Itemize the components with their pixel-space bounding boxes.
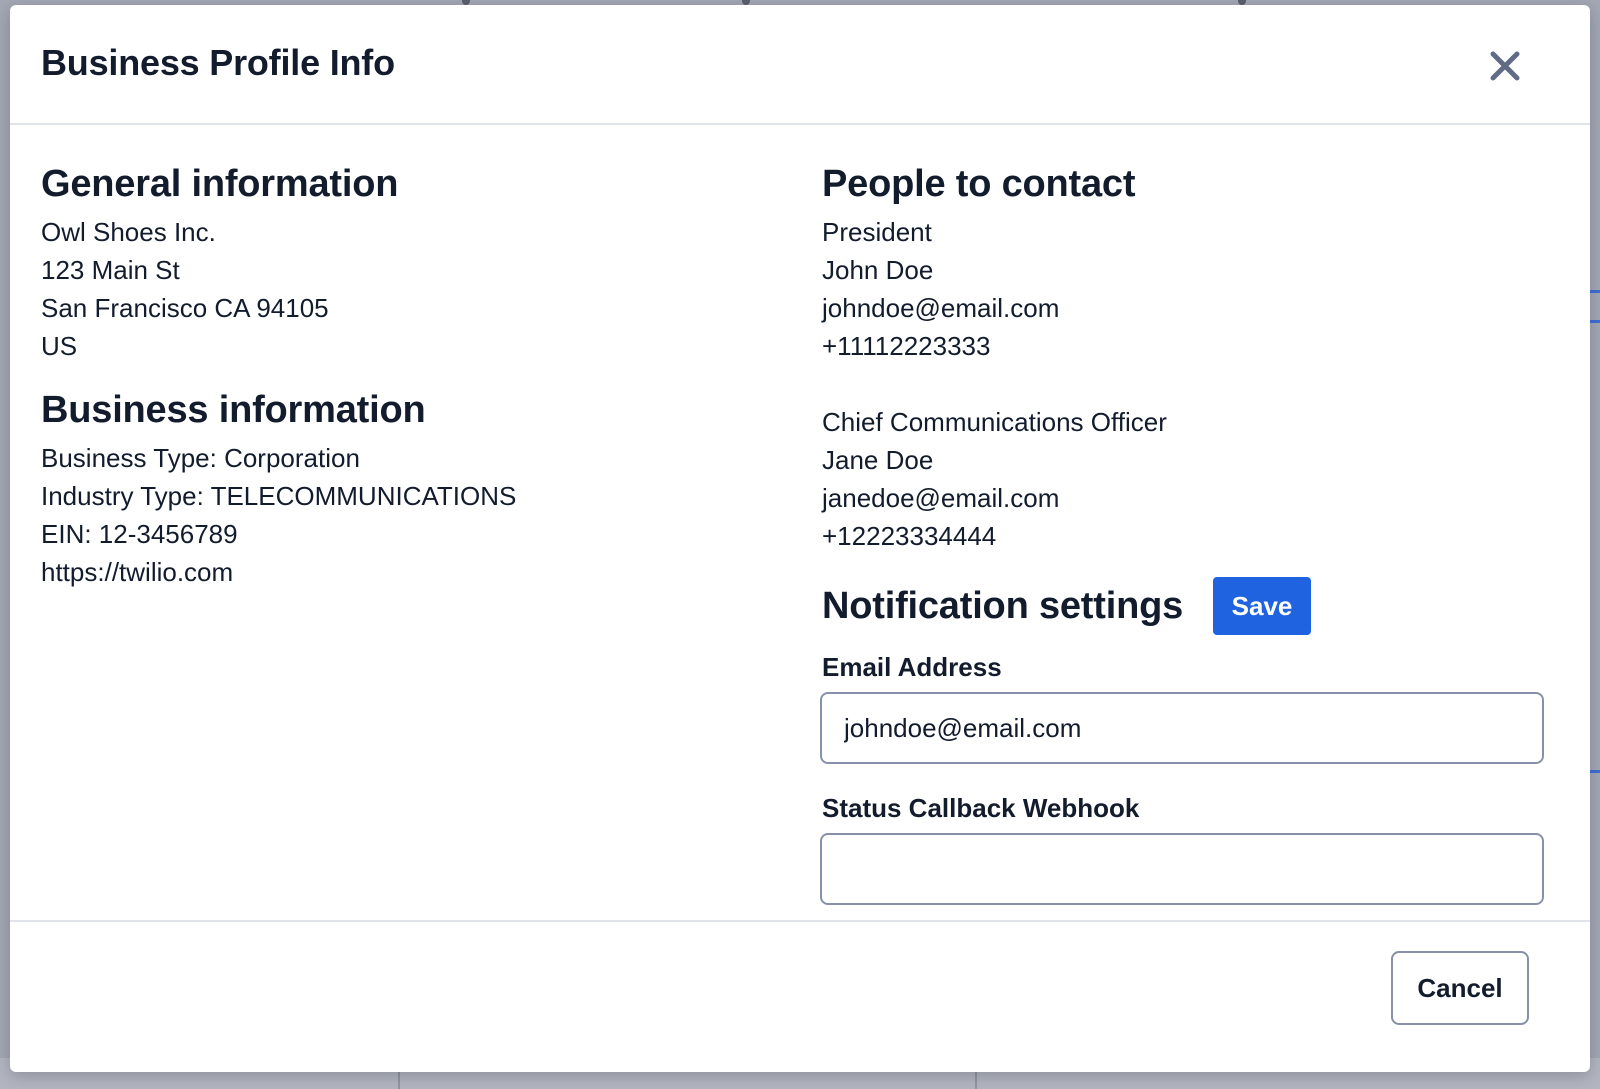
notification-settings-heading: Notification settings [822, 585, 1184, 627]
right-column: People to contact President John Doe joh… [820, 161, 1562, 905]
email-address-label: Email Address [822, 652, 1002, 682]
ein: EIN: 12-3456789 [41, 519, 238, 549]
contact-name: John Doe [822, 255, 934, 285]
modal-title: Business Profile Info [41, 42, 395, 83]
business-information-heading: Business information [41, 389, 426, 431]
general-information-lines: Owl Shoes Inc. 123 Main St San Francisco… [41, 213, 781, 365]
general-information-heading: General information [41, 163, 399, 205]
industry-type: Industry Type: TELECOMMUNICATIONS [41, 481, 517, 511]
website: https://twilio.com [41, 557, 234, 587]
contact-phone: +12223334444 [822, 521, 997, 551]
address-country: US [41, 331, 78, 361]
left-column: General information Owl Shoes Inc. 123 M… [41, 161, 781, 591]
modal-header: Business Profile Info [10, 5, 1590, 125]
contact-email: johndoe@email.com [822, 293, 1060, 323]
contact-phone: +11112223333 [822, 331, 991, 361]
save-button[interactable]: Save [1213, 577, 1312, 635]
business-information-lines: Business Type: Corporation Industry Type… [41, 439, 781, 591]
address-city: San Francisco CA 94105 [41, 293, 329, 323]
modal-footer: Cancel [10, 920, 1590, 1072]
close-button[interactable] [1480, 41, 1530, 91]
status-callback-webhook-label: Status Callback Webhook [822, 793, 1140, 823]
modal-body: General information Owl Shoes Inc. 123 M… [10, 125, 1590, 942]
business-profile-modal: Business Profile Info General informatio… [10, 5, 1590, 1072]
contact-role: President [822, 217, 932, 247]
cancel-button[interactable]: Cancel [1391, 951, 1529, 1025]
close-icon [1490, 51, 1520, 81]
contact-role: Chief Communications Officer [822, 407, 1167, 437]
contact-name: Jane Doe [822, 445, 934, 475]
address-street: 123 Main St [41, 255, 180, 285]
email-address-input[interactable] [820, 692, 1544, 764]
contact-email: janedoe@email.com [822, 483, 1060, 513]
contact-president: President John Doe johndoe@email.com +11… [822, 213, 1562, 365]
business-type: Business Type: Corporation [41, 443, 360, 473]
status-callback-webhook-input[interactable] [820, 833, 1544, 905]
notification-settings-header: Notification settings Save [822, 577, 1562, 635]
people-to-contact-heading: People to contact [822, 163, 1136, 205]
company-name: Owl Shoes Inc. [41, 217, 216, 247]
contact-cco: Chief Communications Officer Jane Doe ja… [822, 403, 1562, 555]
